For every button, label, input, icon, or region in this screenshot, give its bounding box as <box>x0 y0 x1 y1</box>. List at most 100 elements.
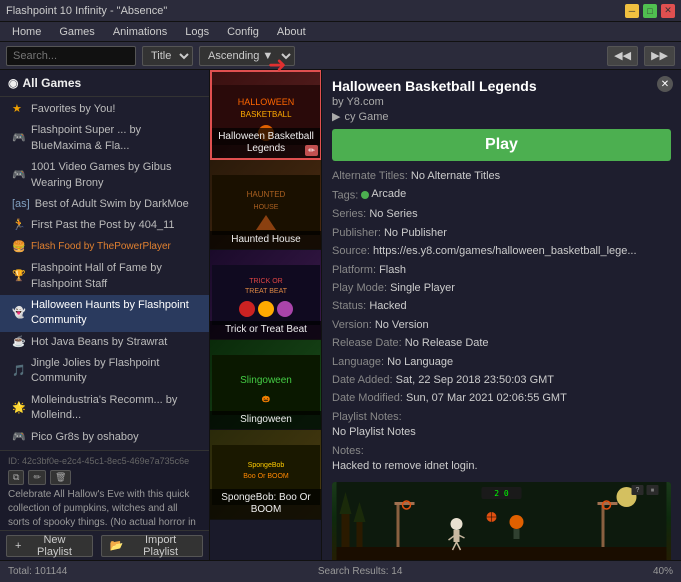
detail-fields: Alternate Titles: No Alternate TitlesTag… <box>332 169 671 474</box>
red-arrow: ➜ <box>268 52 286 78</box>
sidebar-header-label: All Games <box>22 76 81 90</box>
detail-field-value: No Release Date <box>405 337 489 349</box>
desc-icons: ⧉ ✏ 🗑 <box>8 470 201 485</box>
detail-field-value: Hacked <box>369 300 406 312</box>
description-box: ID: 42c3bf0e-e2c4-45c1-8ec5-469e7a735c6e… <box>0 450 209 530</box>
detail-field-value: No Version <box>375 319 429 331</box>
playlist-item[interactable]: 🏆 Flashpoint Hall of Fame by Flashpoint S… <box>0 258 209 295</box>
playlist-item-icon: 👻 <box>12 306 26 321</box>
detail-field-row: Series: No Series <box>332 207 671 222</box>
window-controls: ─ □ ✕ <box>625 4 675 18</box>
svg-text:?: ? <box>636 487 640 494</box>
play-button[interactable]: Play <box>332 129 671 161</box>
game-thumbnail[interactable]: TRICK OR TREAT BEAT Trick or Treat Beat <box>210 250 322 340</box>
import-playlist-icon: 📂 <box>110 539 124 552</box>
total-count: Total: 101144 <box>8 566 67 577</box>
detail-field-value: No Publisher <box>384 227 447 239</box>
bottom-toolbar: + New Playlist 📂 Import Playlist <box>0 530 209 560</box>
next-button[interactable]: ▶▶ <box>644 46 675 66</box>
maximize-button[interactable]: □ <box>643 4 657 18</box>
detail-field-label: Alternate Titles: <box>332 170 408 182</box>
menu-item-config[interactable]: Config <box>219 24 267 40</box>
playlist-item[interactable]: 🎵Jingle Jolies by Flashpoint Community <box>0 353 209 390</box>
svg-text:TREAT BEAT: TREAT BEAT <box>245 288 288 295</box>
sidebar: ◉ All Games ★Favorites by You!🎮Flashpoin… <box>0 70 210 560</box>
detail-field-value: Sun, 07 Mar 2021 02:06:55 GMT <box>406 392 567 404</box>
playlist-notes-label: Playlist Notes: <box>332 411 402 423</box>
detail-field-row: Release Date: No Release Date <box>332 336 671 351</box>
playlist-item[interactable]: 🍔Flash Food by ThePowerPlayer <box>0 237 209 258</box>
playlist-item[interactable]: [as] Best of Adult Swim by DarkMoe <box>0 194 209 215</box>
playlist-item[interactable]: 🎮Flashpoint Super ... by BlueMaxima & Fl… <box>0 120 209 157</box>
game-thumbnail[interactable]: HAUNTED HOUSE Haunted House <box>210 160 322 250</box>
close-button[interactable]: ✕ <box>661 4 675 18</box>
playlist-item[interactable]: 🌟Molleindustria's Recomm... by Molleind.… <box>0 390 209 427</box>
prev-button[interactable]: ◀◀ <box>607 46 638 66</box>
detail-field-value: No Language <box>387 356 453 368</box>
game-thumbnail[interactable]: Slingoween 🎃 Slingoween <box>210 340 322 430</box>
detail-field-row: Play Mode: Single Player <box>332 281 671 296</box>
game-thumbnail[interactable]: HALLOWEEN BASKETBALL Halloween Basketbal… <box>210 70 322 160</box>
sort-field-select[interactable]: Title <box>142 46 193 66</box>
detail-field-label: Play Mode: <box>332 282 387 294</box>
import-playlist-button[interactable]: 📂 Import Playlist <box>101 535 204 557</box>
detail-field-label: Release Date: <box>332 337 402 349</box>
playlist-item[interactable]: 👻Halloween Haunts by Flashpoint Communit… <box>0 295 209 332</box>
minimize-button[interactable]: ─ <box>625 4 639 18</box>
detail-author: by Y8.com <box>332 96 671 108</box>
detail-category: ▶ cy Game <box>332 110 671 123</box>
playlist-item-icon: [as] <box>12 197 30 212</box>
playlist-item-label: Hot Java Beans by Strawrat <box>31 335 167 350</box>
detail-field-label: Date Added: <box>332 374 393 386</box>
game-scene: 2 0 ? ⏸ <box>332 482 671 560</box>
playlist-item-icon: 🏆 <box>12 269 26 284</box>
game-thumbnail[interactable]: SpongeBob Boo Or BOOM SpongeBob: Boo Or … <box>210 430 322 520</box>
menu-item-games[interactable]: Games <box>51 24 102 40</box>
detail-field-row: Date Modified: Sun, 07 Mar 2021 02:06:55… <box>332 391 671 406</box>
menu-item-logs[interactable]: Logs <box>177 24 217 40</box>
playlist-item-icon: 🎮 <box>12 168 26 183</box>
svg-text:HAUNTED: HAUNTED <box>247 190 286 199</box>
detail-field-label: Series: <box>332 208 366 220</box>
title-bar: Flashpoint 10 Infinity - "Absence" ─ □ ✕ <box>0 0 681 22</box>
playlist-item-icon: 🎮 <box>12 430 26 445</box>
svg-text:BASKETBALL: BASKETBALL <box>240 110 292 119</box>
search-input[interactable] <box>6 46 136 66</box>
copy-icon-btn[interactable]: ⧉ <box>8 470 24 485</box>
new-playlist-button[interactable]: + New Playlist <box>6 535 93 557</box>
detail-field-row: Publisher: No Publisher <box>332 226 671 241</box>
menu-item-about[interactable]: About <box>269 24 314 40</box>
tag-dot <box>361 191 369 199</box>
detail-field-label: Source: <box>332 245 370 257</box>
playlist-list: ★Favorites by You!🎮Flashpoint Super ... … <box>0 97 209 450</box>
playlist-item[interactable]: ★Favorites by You! <box>0 99 209 120</box>
playlist-item-label: Flashpoint Hall of Fame by Flashpoint St… <box>31 261 201 292</box>
game-thumbnail-label: Trick or Treat Beat <box>210 321 322 339</box>
new-playlist-label: New Playlist <box>25 534 83 558</box>
detail-field-row: Tags: Arcade <box>332 187 671 204</box>
svg-text:Boo Or BOOM: Boo Or BOOM <box>243 473 289 480</box>
delete-icon-btn[interactable]: 🗑 <box>50 470 71 485</box>
desc-id: ID: 42c3bf0e-e2c4-45c1-8ec5-469e7a735c6e <box>8 455 201 468</box>
thumbnail-edit-button[interactable]: ✏ <box>305 145 318 156</box>
playlist-item-label: 1001 Video Games by Gibus Wearing Brony <box>31 160 201 191</box>
playlist-item[interactable]: ☕Hot Java Beans by Strawrat <box>0 332 209 353</box>
playlist-item-icon: 🏃 <box>12 218 26 233</box>
svg-text:2 0: 2 0 <box>494 489 509 498</box>
playlist-item-label: Best of Adult Swim by DarkMoe <box>35 197 189 212</box>
status-bar: Total: 101144 Search Results: 14 40% <box>0 560 681 582</box>
svg-text:Slingoween: Slingoween <box>240 375 292 386</box>
playlist-item-label: Flash Food by ThePowerPlayer <box>31 240 171 254</box>
game-thumbnail-label: Slingoween <box>210 411 322 429</box>
toolbar: Title Ascending ▼ ◀◀ ▶▶ <box>0 42 681 70</box>
edit-icon-btn[interactable]: ✏ <box>28 470 46 485</box>
playlist-item[interactable]: 🎮Pico Gr8s by oshaboy <box>0 427 209 448</box>
search-results: Search Results: 14 <box>318 566 403 577</box>
detail-close-button[interactable]: ✕ <box>657 76 673 92</box>
menu-item-animations[interactable]: Animations <box>105 24 175 40</box>
playlist-item[interactable]: 🏃First Past the Post by 404_11 <box>0 215 209 236</box>
category-icon: ▶ <box>332 110 340 123</box>
notes-label: Notes: <box>332 445 364 457</box>
playlist-item[interactable]: 🎮 1001 Video Games by Gibus Wearing Brony <box>0 157 209 194</box>
menu-item-home[interactable]: Home <box>4 24 49 40</box>
